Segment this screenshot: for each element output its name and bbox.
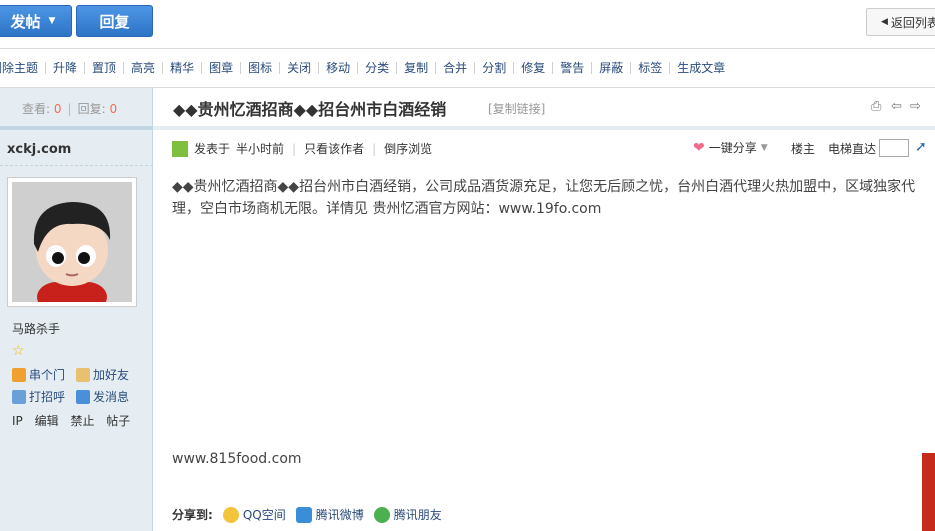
mod-stick[interactable]: 置顶 bbox=[85, 62, 125, 74]
reply-button[interactable]: 回复 bbox=[76, 5, 153, 37]
replies-count: 0 bbox=[109, 102, 118, 116]
go-arrow-icon[interactable]: ➚ bbox=[915, 139, 927, 155]
views-count: 0 bbox=[53, 102, 62, 116]
poke-button[interactable]: 打招呼 bbox=[12, 388, 65, 405]
chevron-down-icon: ▼ bbox=[48, 16, 56, 26]
moderation-toolbar: 删除主题 升降 置顶 高亮 精华 图章 图标 关闭 移动 分类 复制 合并 分割… bbox=[0, 60, 732, 76]
mod-warn[interactable]: 警告 bbox=[553, 62, 593, 74]
mod-digest[interactable]: 精华 bbox=[163, 62, 203, 74]
divider bbox=[0, 126, 153, 130]
visit-label: 串个门 bbox=[29, 368, 66, 382]
poke-label: 打招呼 bbox=[29, 390, 66, 404]
share-qzone-label: QQ空间 bbox=[242, 508, 286, 522]
back-to-list-label: 返回列表 bbox=[890, 15, 935, 30]
prev-thread-icon[interactable]: ⇦ bbox=[891, 99, 905, 114]
poke-icon bbox=[12, 389, 26, 404]
send-message-button[interactable]: 发消息 bbox=[76, 388, 129, 405]
mod-move[interactable]: 移动 bbox=[319, 62, 359, 74]
thread-stats: 查看: 0 | 回复: 0 bbox=[22, 102, 118, 116]
post-button[interactable]: 发帖 ▼ bbox=[0, 5, 72, 37]
handshake-icon bbox=[76, 367, 90, 382]
post-button-label: 发帖 bbox=[10, 12, 41, 31]
author-name[interactable]: 马路杀手 bbox=[12, 320, 60, 337]
posts-link[interactable]: 帖子 bbox=[106, 414, 130, 428]
elevator-input[interactable] bbox=[879, 139, 909, 157]
share-tencent-friends[interactable]: 腾讯朋友 bbox=[373, 506, 442, 523]
views-label: 查看: bbox=[22, 102, 51, 116]
mod-ban[interactable]: 屏蔽 bbox=[592, 62, 632, 74]
author-name-link[interactable]: xckj.com bbox=[7, 142, 71, 157]
mod-generate-article[interactable]: 生成文章 bbox=[670, 62, 732, 74]
online-user-icon bbox=[172, 140, 188, 157]
divider bbox=[0, 165, 153, 166]
mod-stamp[interactable]: 图章 bbox=[202, 62, 242, 74]
mod-copy[interactable]: 复制 bbox=[397, 62, 437, 74]
add-friend-label: 加好友 bbox=[93, 368, 130, 382]
divider bbox=[0, 48, 935, 49]
ban-link[interactable]: 禁止 bbox=[70, 414, 94, 428]
posted-prefix: 发表于 bbox=[194, 142, 231, 156]
floor-label: 楼主 bbox=[791, 142, 816, 156]
mod-bump[interactable]: 升降 bbox=[46, 62, 86, 74]
share-tencent-weibo-label: 腾讯微博 bbox=[315, 508, 364, 522]
share-label: 分享到: bbox=[172, 508, 213, 522]
mod-merge[interactable]: 合并 bbox=[436, 62, 476, 74]
one-click-share-label: 一键分享 bbox=[708, 141, 757, 155]
avatar[interactable] bbox=[7, 177, 137, 307]
share-bar: 分享到: QQ空间 腾讯微博 腾讯朋友 bbox=[172, 506, 452, 523]
next-thread-icon[interactable]: ⇨ bbox=[910, 99, 924, 114]
back-to-list-button[interactable]: ◀ 返回列表 bbox=[866, 8, 935, 36]
reverse-order-link[interactable]: 倒序浏览 bbox=[384, 140, 432, 157]
mod-category[interactable]: 分类 bbox=[358, 62, 398, 74]
copy-link[interactable]: [复制链接] bbox=[488, 100, 545, 117]
share-tencent-friends-label: 腾讯朋友 bbox=[393, 508, 442, 522]
star-icon: ☆ bbox=[12, 343, 25, 359]
posted-time: 半小时前 bbox=[236, 142, 285, 156]
thread-title: ◆◆贵州忆酒招商◆◆招台州市白酒经销 bbox=[173, 100, 447, 119]
avatar-image bbox=[12, 182, 132, 302]
send-message-label: 发消息 bbox=[93, 390, 130, 404]
mod-highlight[interactable]: 高亮 bbox=[124, 62, 164, 74]
mod-icon[interactable]: 图标 bbox=[241, 62, 281, 74]
replies-label: 回复: bbox=[77, 102, 106, 116]
add-friend-button[interactable]: 加好友 bbox=[76, 366, 129, 383]
admin-actions: IP 编辑 禁止 帖子 bbox=[12, 412, 138, 429]
mod-close[interactable]: 关闭 bbox=[280, 62, 320, 74]
elevator-label: 电梯直达 bbox=[828, 142, 877, 156]
reply-button-label: 回复 bbox=[99, 12, 130, 31]
side-ad-banner[interactable] bbox=[922, 453, 935, 531]
share-qzone[interactable]: QQ空间 bbox=[222, 506, 286, 523]
clover-icon bbox=[373, 506, 390, 523]
one-click-share[interactable]: ❤ 一键分享 ▼ bbox=[693, 139, 768, 156]
post-footer-url: www.815food.com bbox=[172, 451, 302, 467]
share-tencent-weibo[interactable]: 腾讯微博 bbox=[295, 506, 364, 523]
only-author-link[interactable]: 只看该作者 bbox=[304, 140, 364, 157]
ip-link[interactable]: IP bbox=[12, 414, 23, 428]
envelope-icon bbox=[76, 389, 90, 404]
mod-tag[interactable]: 标签 bbox=[631, 62, 671, 74]
post-meta: 发表于 半小时前 | 只看该作者 | 倒序浏览 bbox=[172, 140, 432, 157]
chevron-left-icon: ◀ bbox=[881, 17, 888, 27]
mod-repair[interactable]: 修复 bbox=[514, 62, 554, 74]
mod-split[interactable]: 分割 bbox=[475, 62, 515, 74]
chevron-down-icon: ▼ bbox=[760, 142, 768, 153]
visit-button[interactable]: 串个门 bbox=[12, 366, 65, 383]
mod-delete-thread[interactable]: 删除主题 bbox=[0, 62, 47, 74]
home-icon bbox=[12, 367, 26, 382]
qzone-icon bbox=[222, 506, 239, 523]
divider bbox=[153, 126, 935, 130]
tencent-weibo-icon bbox=[295, 506, 312, 523]
edit-link[interactable]: 编辑 bbox=[35, 414, 59, 428]
post-content: ◆◆贵州忆酒招商◆◆招台州市白酒经销，公司成品酒货源充足，让您无后顾之忧，台州白… bbox=[172, 179, 916, 217]
heart-icon: ❤ bbox=[693, 139, 705, 156]
print-icon[interactable]: ⎙ bbox=[871, 99, 885, 114]
